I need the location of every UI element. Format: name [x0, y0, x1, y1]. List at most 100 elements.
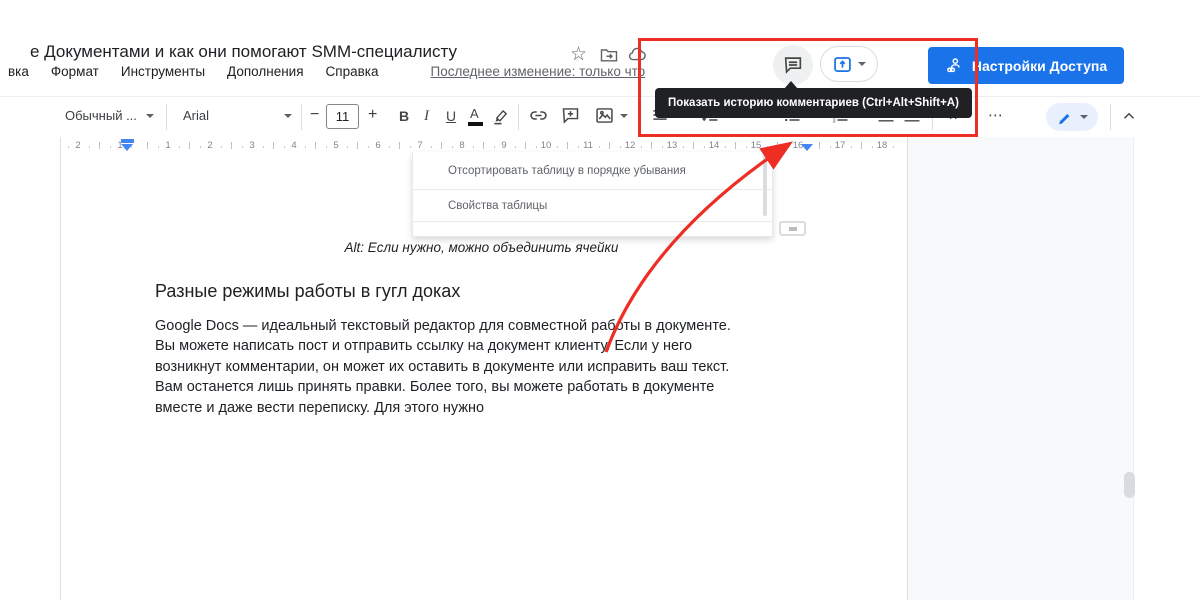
ruler-tick: [399, 142, 400, 149]
present-button[interactable]: [820, 46, 878, 82]
underline-button[interactable]: U: [446, 108, 456, 124]
ruler-tick: [704, 146, 706, 148]
ruler-tick: [872, 146, 874, 148]
decrease-font-size-button[interactable]: −: [310, 106, 319, 124]
editing-mode-caret-icon[interactable]: [1080, 115, 1088, 119]
ruler-tick: [263, 146, 265, 148]
toolbar-divider: [166, 104, 167, 130]
ruler-number: 4: [291, 140, 296, 151]
editing-mode-button[interactable]: [1046, 103, 1098, 131]
ruler-tick: [242, 146, 244, 148]
menu-item-sort-descending[interactable]: Отсортировать таблицу в порядке убывания: [413, 152, 772, 189]
ruler-tick: [567, 142, 568, 149]
right-indent-marker[interactable]: [801, 144, 813, 151]
ruler-number: 8: [459, 140, 464, 151]
ruler-tick: [525, 142, 526, 149]
ruler-tick: [158, 146, 160, 148]
font-size-input[interactable]: 11: [326, 104, 359, 129]
ruler-tick: [767, 146, 769, 148]
ruler-tick: [893, 146, 895, 148]
toolbar-divider: [518, 104, 519, 130]
ruler-tick: [735, 142, 736, 149]
insert-image-button[interactable]: [594, 105, 615, 131]
ruler-number: 11: [583, 140, 593, 151]
comment-history-button[interactable]: [773, 45, 813, 85]
text-color-button[interactable]: A: [470, 106, 479, 121]
ruler-number: 7: [417, 140, 422, 151]
ruler-tick: [651, 142, 652, 149]
table-overflow-dash-icon: [789, 227, 797, 231]
ruler-tick: [578, 146, 580, 148]
more-options-button[interactable]: ⋯: [988, 106, 1004, 124]
highlighter-icon: [492, 107, 511, 126]
first-line-indent-marker[interactable]: [121, 139, 134, 143]
move-to-folder-icon: [599, 45, 619, 65]
ruler-tick: [515, 146, 517, 148]
star-icon[interactable]: ☆: [570, 43, 587, 66]
menu-item-format[interactable]: Формат: [51, 64, 99, 79]
ruler-tick: [620, 146, 622, 148]
font-dropdown[interactable]: Arial: [183, 108, 209, 123]
vertical-scrollbar-thumb[interactable]: [1124, 472, 1135, 498]
ruler-tick: [473, 146, 475, 148]
menu-item-table-properties[interactable]: Свойства таблицы: [413, 190, 772, 221]
style-dropdown[interactable]: Обычный ...: [65, 108, 137, 123]
ruler-tick: [326, 146, 328, 148]
ruler-number: 15: [751, 140, 762, 151]
ruler-tick: [179, 146, 181, 148]
highlight-color-button[interactable]: [492, 107, 511, 131]
menu-scrollbar[interactable]: [763, 154, 767, 216]
menu-item-tools[interactable]: Инструменты: [121, 64, 205, 79]
last-edit-link[interactable]: Последнее изменение: только что: [431, 64, 646, 79]
ruler-number: 2: [207, 140, 212, 151]
present-dropdown-caret-icon[interactable]: [858, 62, 866, 66]
ruler-tick: [357, 142, 358, 149]
ruler-tick: [368, 146, 370, 148]
insert-link-button[interactable]: [528, 105, 549, 131]
collapse-menus-button[interactable]: [1120, 107, 1138, 130]
increase-font-size-button[interactable]: +: [368, 106, 377, 124]
ruler-number: 9: [501, 140, 506, 151]
ruler-tick: [147, 142, 148, 149]
image-dropdown-caret-icon[interactable]: [620, 114, 628, 118]
ruler-number: 12: [625, 140, 636, 151]
document-heading[interactable]: Разные режимы работы в гугл доках: [155, 281, 460, 302]
ruler-tick: [641, 146, 643, 148]
present-screen-icon: [832, 54, 853, 75]
add-comment-button[interactable]: [560, 105, 581, 131]
ruler-tick: [725, 146, 727, 148]
menu-item-help[interactable]: Справка: [326, 64, 379, 79]
ruler-tick: [494, 146, 496, 148]
style-dropdown-caret-icon[interactable]: [146, 114, 154, 118]
font-dropdown-caret-icon[interactable]: [284, 114, 292, 118]
ruler-number: 3: [249, 140, 254, 151]
table-overflow-widget[interactable]: [779, 221, 806, 236]
document-title[interactable]: е Документами и как они помогают SMM-спе…: [30, 42, 457, 62]
ruler[interactable]: 21123456789101112131415161718: [60, 138, 908, 152]
ruler-number: 6: [375, 140, 380, 151]
ruler-tick: [89, 146, 91, 148]
person-link-icon: [945, 56, 964, 75]
document-paragraph[interactable]: Google Docs — идеальный текстовый редакт…: [155, 316, 815, 418]
ruler-tick: [389, 146, 391, 148]
page-right-edge: [907, 137, 908, 600]
comment-history-tooltip: Показать историю комментариев (Ctrl+Alt+…: [655, 88, 972, 118]
italic-button[interactable]: I: [424, 108, 429, 125]
bold-button[interactable]: B: [399, 108, 409, 124]
toolbar: Обычный ... Arial − 11 + B I U A: [0, 96, 1200, 136]
toolbar-divider: [301, 104, 302, 130]
page-left-edge: [60, 137, 61, 600]
ruler-number: 1: [165, 140, 170, 151]
menu-item-edit[interactable]: вка: [8, 64, 29, 79]
image-alt-caption: Alt: Если нужно, можно объединить ячейки: [155, 240, 808, 255]
canvas-background: [908, 137, 1134, 600]
share-settings-button[interactable]: Настройки Доступа: [928, 47, 1124, 84]
menu-item-addons[interactable]: Дополнения: [227, 64, 303, 79]
left-indent-marker[interactable]: [121, 144, 133, 151]
add-comment-icon: [560, 105, 581, 126]
ruler-tick: [861, 142, 862, 149]
ruler-tick: [693, 142, 694, 149]
ruler-tick: [483, 142, 484, 149]
ruler-tick: [452, 146, 454, 148]
svg-text:3: 3: [833, 119, 836, 125]
